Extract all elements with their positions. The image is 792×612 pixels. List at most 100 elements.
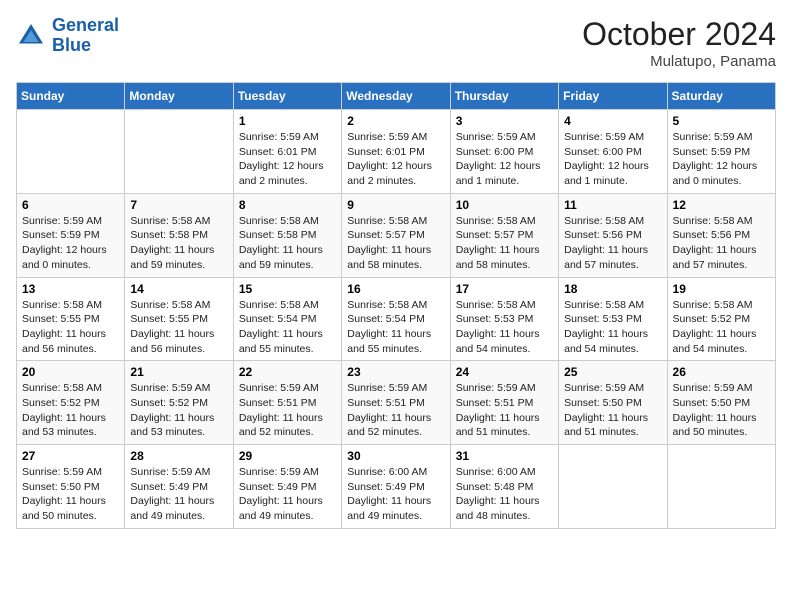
day-info: Sunrise: 5:58 AM Sunset: 5:56 PM Dayligh… (673, 214, 770, 273)
calendar-cell: 28 Sunrise: 5:59 AM Sunset: 5:49 PM Dayli… (125, 445, 233, 529)
day-number: 7 (130, 198, 227, 212)
calendar-cell: 14 Sunrise: 5:58 AM Sunset: 5:55 PM Dayli… (125, 277, 233, 361)
weekday-header-thursday: Thursday (450, 83, 558, 110)
calendar-cell: 25 Sunrise: 5:59 AM Sunset: 5:50 PM Dayli… (559, 361, 667, 445)
day-info: Sunrise: 6:00 AM Sunset: 5:49 PM Dayligh… (347, 465, 444, 524)
day-info: Sunrise: 5:58 AM Sunset: 5:57 PM Dayligh… (456, 214, 553, 273)
day-info: Sunrise: 5:58 AM Sunset: 5:55 PM Dayligh… (130, 298, 227, 357)
day-info: Sunrise: 5:58 AM Sunset: 5:56 PM Dayligh… (564, 214, 661, 273)
day-number: 15 (239, 282, 336, 296)
calendar-cell: 29Sunrise: 5:59 AM Sunset: 5:49 PM Dayli… (233, 445, 341, 529)
weekday-header-wednesday: Wednesday (342, 83, 450, 110)
weekday-header-row: SundayMondayTuesdayWednesdayThursdayFrid… (17, 83, 776, 110)
calendar-cell: 27 Sunrise: 5:59 AM Sunset: 5:50 PM Dayli… (17, 445, 125, 529)
day-number: 5 (673, 114, 770, 128)
calendar-cell (125, 110, 233, 194)
day-info: Sunrise: 6:00 AM Sunset: 5:48 PM Dayligh… (456, 465, 553, 524)
day-number: 29 (239, 449, 336, 463)
calendar-cell: 2 Sunrise: 5:59 AM Sunset: 6:01 PM Daylig… (342, 110, 450, 194)
day-number: 28 (130, 449, 227, 463)
weekday-header-monday: Monday (125, 83, 233, 110)
calendar-cell: 16Sunrise: 5:58 AM Sunset: 5:54 PM Dayli… (342, 277, 450, 361)
day-info: Sunrise: 5:59 AM Sunset: 5:50 PM Dayligh… (673, 381, 770, 440)
day-info: Sunrise: 5:59 AM Sunset: 5:51 PM Dayligh… (239, 381, 336, 440)
weekday-header-sunday: Sunday (17, 83, 125, 110)
logo: General Blue (16, 16, 119, 56)
calendar-cell: 19 Sunrise: 5:58 AM Sunset: 5:52 PM Dayli… (667, 277, 775, 361)
day-number: 4 (564, 114, 661, 128)
day-number: 6 (22, 198, 119, 212)
day-number: 13 (22, 282, 119, 296)
calendar-week-4: 20Sunrise: 5:58 AM Sunset: 5:52 PM Dayli… (17, 361, 776, 445)
day-number: 25 (564, 365, 661, 379)
day-info: Sunrise: 5:59 AM Sunset: 5:50 PM Dayligh… (22, 465, 119, 524)
calendar-cell: 24 Sunrise: 5:59 AM Sunset: 5:51 PM Dayli… (450, 361, 558, 445)
day-number: 11 (564, 198, 661, 212)
location: Mulatupo, Panama (582, 53, 776, 70)
day-info: Sunrise: 5:58 AM Sunset: 5:58 PM Dayligh… (130, 214, 227, 273)
calendar-week-1: 1Sunrise: 5:59 AM Sunset: 6:01 PM Daylig… (17, 110, 776, 194)
calendar-table: SundayMondayTuesdayWednesdayThursdayFrid… (16, 82, 776, 529)
calendar-cell: 18 Sunrise: 5:58 AM Sunset: 5:53 PM Dayli… (559, 277, 667, 361)
day-number: 19 (673, 282, 770, 296)
day-info: Sunrise: 5:58 AM Sunset: 5:52 PM Dayligh… (673, 298, 770, 357)
day-number: 18 (564, 282, 661, 296)
logo-line2: Blue (52, 35, 91, 55)
calendar-cell: 13 Sunrise: 5:58 AM Sunset: 5:55 PM Dayli… (17, 277, 125, 361)
day-number: 14 (130, 282, 227, 296)
day-number: 27 (22, 449, 119, 463)
day-info: Sunrise: 5:59 AM Sunset: 6:00 PM Dayligh… (456, 130, 553, 189)
day-number: 21 (130, 365, 227, 379)
calendar-cell: 9Sunrise: 5:58 AM Sunset: 5:57 PM Daylig… (342, 193, 450, 277)
day-number: 23 (347, 365, 444, 379)
day-number: 3 (456, 114, 553, 128)
title-block: October 2024 Mulatupo, Panama (582, 16, 776, 70)
day-info: Sunrise: 5:59 AM Sunset: 5:50 PM Dayligh… (564, 381, 661, 440)
calendar-week-2: 6Sunrise: 5:59 AM Sunset: 5:59 PM Daylig… (17, 193, 776, 277)
day-info: Sunrise: 5:58 AM Sunset: 5:53 PM Dayligh… (564, 298, 661, 357)
logo-line1: General (52, 15, 119, 35)
calendar-cell: 11 Sunrise: 5:58 AM Sunset: 5:56 PM Dayli… (559, 193, 667, 277)
day-info: Sunrise: 5:58 AM Sunset: 5:55 PM Dayligh… (22, 298, 119, 357)
day-info: Sunrise: 5:59 AM Sunset: 6:01 PM Dayligh… (239, 130, 336, 189)
day-info: Sunrise: 5:59 AM Sunset: 5:51 PM Dayligh… (347, 381, 444, 440)
day-info: Sunrise: 5:58 AM Sunset: 5:58 PM Dayligh… (239, 214, 336, 273)
day-number: 8 (239, 198, 336, 212)
weekday-header-friday: Friday (559, 83, 667, 110)
day-info: Sunrise: 5:59 AM Sunset: 6:01 PM Dayligh… (347, 130, 444, 189)
day-info: Sunrise: 5:59 AM Sunset: 5:59 PM Dayligh… (673, 130, 770, 189)
weekday-header-tuesday: Tuesday (233, 83, 341, 110)
calendar-cell: 20Sunrise: 5:58 AM Sunset: 5:52 PM Dayli… (17, 361, 125, 445)
day-info: Sunrise: 5:59 AM Sunset: 5:52 PM Dayligh… (130, 381, 227, 440)
day-number: 16 (347, 282, 444, 296)
day-number: 24 (456, 365, 553, 379)
calendar-cell: 6Sunrise: 5:59 AM Sunset: 5:59 PM Daylig… (17, 193, 125, 277)
day-info: Sunrise: 5:58 AM Sunset: 5:52 PM Dayligh… (22, 381, 119, 440)
day-number: 2 (347, 114, 444, 128)
calendar-cell: 7 Sunrise: 5:58 AM Sunset: 5:58 PM Daylig… (125, 193, 233, 277)
day-number: 30 (347, 449, 444, 463)
weekday-header-saturday: Saturday (667, 83, 775, 110)
calendar-cell (17, 110, 125, 194)
calendar-week-3: 13 Sunrise: 5:58 AM Sunset: 5:55 PM Dayli… (17, 277, 776, 361)
day-info: Sunrise: 5:59 AM Sunset: 5:49 PM Dayligh… (130, 465, 227, 524)
calendar-cell: 5 Sunrise: 5:59 AM Sunset: 5:59 PM Daylig… (667, 110, 775, 194)
calendar-cell: 21 Sunrise: 5:59 AM Sunset: 5:52 PM Dayli… (125, 361, 233, 445)
day-info: Sunrise: 5:58 AM Sunset: 5:53 PM Dayligh… (456, 298, 553, 357)
day-number: 26 (673, 365, 770, 379)
logo-icon (16, 21, 46, 51)
day-number: 9 (347, 198, 444, 212)
calendar-cell: 12Sunrise: 5:58 AM Sunset: 5:56 PM Dayli… (667, 193, 775, 277)
calendar-cell: 23 Sunrise: 5:59 AM Sunset: 5:51 PM Dayli… (342, 361, 450, 445)
calendar-week-5: 27 Sunrise: 5:59 AM Sunset: 5:50 PM Dayli… (17, 445, 776, 529)
day-info: Sunrise: 5:58 AM Sunset: 5:54 PM Dayligh… (239, 298, 336, 357)
calendar-cell (559, 445, 667, 529)
day-number: 17 (456, 282, 553, 296)
day-info: Sunrise: 5:59 AM Sunset: 5:51 PM Dayligh… (456, 381, 553, 440)
calendar-cell: 1Sunrise: 5:59 AM Sunset: 6:01 PM Daylig… (233, 110, 341, 194)
calendar-cell: 30 Sunrise: 6:00 AM Sunset: 5:49 PM Dayli… (342, 445, 450, 529)
day-number: 10 (456, 198, 553, 212)
calendar-cell: 8 Sunrise: 5:58 AM Sunset: 5:58 PM Daylig… (233, 193, 341, 277)
calendar-cell: 10 Sunrise: 5:58 AM Sunset: 5:57 PM Dayli… (450, 193, 558, 277)
calendar-cell: 3 Sunrise: 5:59 AM Sunset: 6:00 PM Daylig… (450, 110, 558, 194)
